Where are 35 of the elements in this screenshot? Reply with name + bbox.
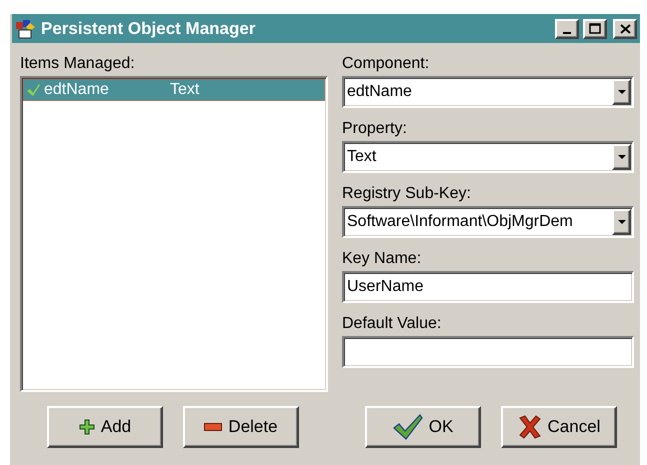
delete-button[interactable]: Delete [183,406,299,448]
minimize-icon [563,32,571,34]
field-label: Registry Sub-Key: [342,185,472,203]
combo-box[interactable]: edtName [342,76,634,108]
caret-icon [618,220,626,224]
close-icon [620,24,630,34]
window-title: Persistent Object Manager [41,18,256,38]
field-label: Property: [342,120,408,138]
field-label: Default Value: [342,315,442,333]
plus-icon [78,419,95,435]
list-item[interactable]: edtName Text [23,79,325,101]
field-label: Component: [342,55,430,73]
maximize-icon [589,23,601,34]
dropdown-button[interactable] [612,79,631,105]
dropdown-button[interactable] [612,144,631,170]
app-icon [15,18,37,38]
field-label: Key Name: [342,250,422,268]
cancel-button[interactable]: Cancel [501,406,617,448]
add-button[interactable]: Add [47,406,163,448]
input-field[interactable] [342,336,634,368]
minus-icon [204,423,222,431]
x-icon [518,415,542,439]
list-label: Items Managed: [20,55,136,73]
maximize-button[interactable] [583,18,607,38]
close-button[interactable] [613,18,637,38]
combo-box[interactable]: Software\Informant\ObjMgrDem [342,206,634,238]
dropdown-button[interactable] [612,209,631,235]
combo-box[interactable]: Text [342,141,634,173]
input-field[interactable]: UserName [342,271,634,303]
ok-button[interactable]: OK [365,406,481,448]
items-list[interactable]: edtName Text [20,76,328,392]
caret-icon [618,90,626,94]
caret-icon [618,155,626,159]
check-icon [392,414,423,440]
minimize-button[interactable] [555,18,579,38]
